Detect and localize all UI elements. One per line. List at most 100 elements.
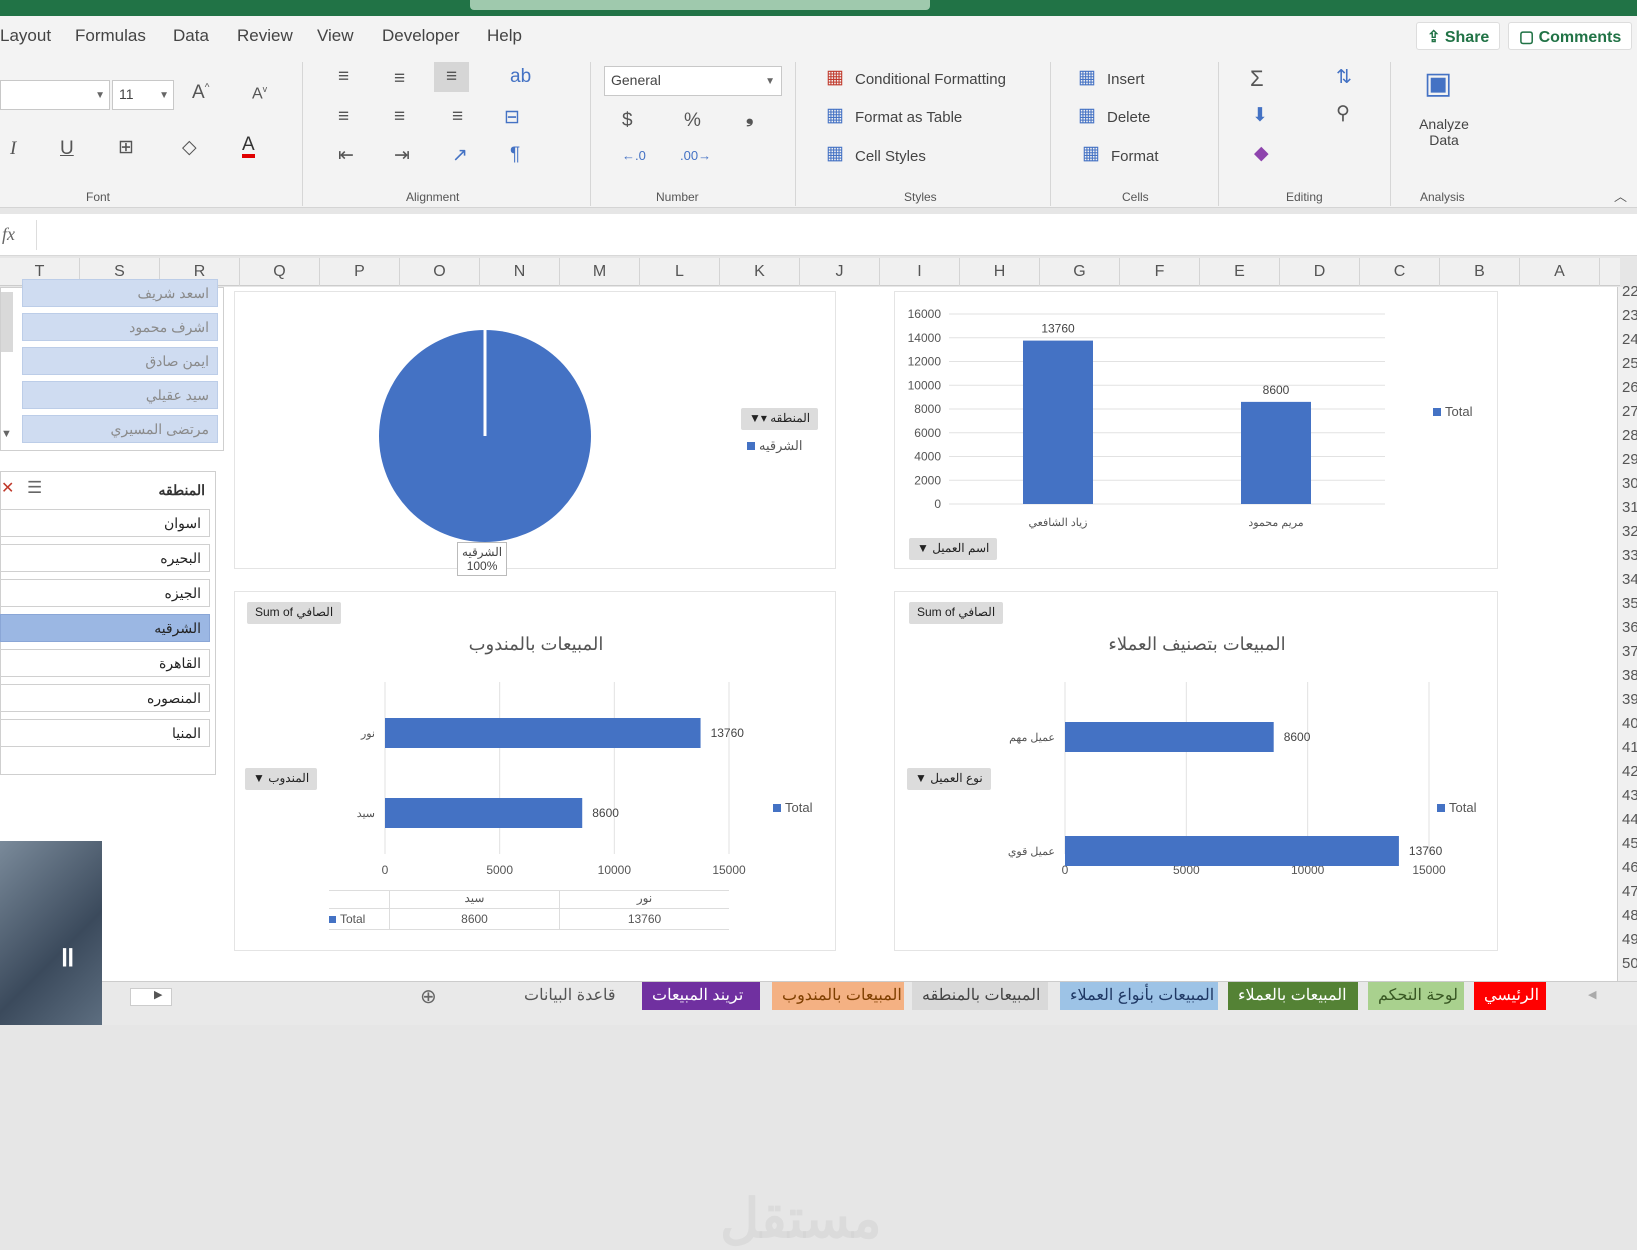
slicer-item[interactable]: ايمن صادق — [22, 347, 218, 375]
chevron-left-icon[interactable]: ◀ — [1588, 988, 1596, 1001]
row-header[interactable]: 43 — [1622, 787, 1637, 804]
column-header-p[interactable]: P — [320, 258, 400, 286]
orientation-icon[interactable]: ab — [510, 66, 531, 88]
analyze-data-button[interactable]: Analyze Data — [1414, 116, 1474, 148]
row-header[interactable]: 24 — [1622, 331, 1637, 348]
bar[interactable] — [1241, 401, 1311, 504]
row-header[interactable]: 28 — [1622, 427, 1637, 444]
column-header-m[interactable]: M — [560, 258, 640, 286]
text-direction-icon[interactable]: ↗ — [452, 144, 468, 167]
column-header-e[interactable]: E — [1200, 258, 1280, 286]
row-header[interactable]: 22 — [1622, 283, 1637, 300]
conditional-formatting-button[interactable]: Conditional Formatting — [855, 71, 1006, 88]
format-as-table-button[interactable]: Format as Table — [855, 109, 962, 126]
align-left-icon[interactable]: ≡ — [338, 106, 349, 128]
format-button[interactable]: Format — [1111, 148, 1159, 165]
clear-filter-icon[interactable]: ✕ — [1, 478, 14, 498]
rep-chart-panel[interactable]: Sum of الصافي المبيعات بالمندوب 0 5000 100… — [234, 591, 836, 951]
bar[interactable] — [385, 718, 701, 748]
multi-select-icon[interactable]: ☰ — [27, 478, 42, 498]
slicer-item[interactable]: المنصوره — [0, 684, 210, 712]
slicer-item[interactable]: سيد عقيلي — [22, 381, 218, 409]
row-header[interactable]: 47 — [1622, 883, 1637, 900]
slicer-scrollbar[interactable] — [1, 292, 13, 352]
slicer-item[interactable]: اسعد شريف — [22, 279, 218, 307]
add-sheet-icon[interactable]: ⊕ — [420, 984, 437, 1009]
delete-button[interactable]: Delete — [1107, 109, 1150, 126]
chevron-down-icon[interactable]: ▼ — [1, 428, 12, 440]
currency-icon[interactable]: $ — [622, 110, 633, 132]
fill-color-icon[interactable]: ◇ — [182, 136, 197, 159]
column-header-l[interactable]: L — [640, 258, 720, 286]
customer-chart-panel[interactable]: 0 2000 4000 6000 8000 10000 12000 14000 16000 137… — [894, 291, 1498, 569]
row-header[interactable]: 46 — [1622, 859, 1637, 876]
sheet-tab[interactable]: تريند المبيعات — [642, 982, 760, 1010]
insert-button[interactable]: Insert — [1107, 71, 1145, 88]
formula-input[interactable] — [36, 220, 1631, 250]
sheet-tab[interactable]: المبيعات بأنواع العملاء — [1060, 982, 1218, 1010]
comma-style-icon[interactable]: ❟ — [746, 106, 753, 128]
share-button[interactable]: ⇪ Share — [1416, 22, 1501, 50]
bar[interactable] — [385, 798, 583, 828]
slicer-item[interactable]: البحيره — [0, 544, 210, 572]
worksheet-grid[interactable]: ▼ المنطقه ☰ ✕ ▼▾ المنطقه الشرقيه الشرقيه… — [0, 279, 1617, 1249]
collapse-ribbon-icon[interactable]: ︿ — [1614, 186, 1627, 205]
column-header-g[interactable]: G — [1040, 258, 1120, 286]
column-header-h[interactable]: H — [960, 258, 1040, 286]
align-bottom-icon[interactable]: ≡ — [434, 62, 470, 92]
font-name-select[interactable]: ▼ — [0, 80, 110, 110]
increase-indent-icon[interactable]: ⇥ — [394, 144, 410, 167]
region-filter-button[interactable]: ▼▾ المنطقه — [741, 408, 819, 430]
sheet-tab[interactable]: المبيعات بالمنطقه — [912, 982, 1048, 1010]
column-header-j[interactable]: J — [800, 258, 880, 286]
chevron-right-icon[interactable]: ▶ — [154, 988, 162, 1001]
comments-button[interactable]: ▢ Comments — [1508, 22, 1633, 50]
tab-data[interactable]: Data — [173, 26, 209, 46]
rep-axis-button[interactable]: ▼ المندوب — [245, 768, 318, 790]
tab-developer[interactable]: Developer — [382, 26, 460, 46]
align-center-icon[interactable]: ≡ — [394, 106, 405, 128]
row-header[interactable]: 44 — [1622, 811, 1637, 828]
percent-icon[interactable]: % — [684, 110, 701, 132]
right-to-left-icon[interactable]: ¶ — [510, 144, 520, 166]
slicer-item[interactable]: الشرقيه — [0, 614, 210, 642]
row-header[interactable]: 31 — [1622, 499, 1637, 516]
column-header-b[interactable]: B — [1440, 258, 1520, 286]
row-header[interactable]: 40 — [1622, 715, 1637, 732]
slicer-item[interactable]: اسوان — [0, 509, 210, 537]
class-axis-button[interactable]: ▼ نوع العميل — [907, 768, 991, 790]
tab-help[interactable]: Help — [487, 26, 522, 46]
search-box[interactable] — [470, 0, 930, 10]
sort-filter-icon[interactable]: ⇅ — [1336, 66, 1352, 89]
fill-icon[interactable]: ⬇ — [1252, 104, 1268, 127]
row-header[interactable]: 34 — [1622, 571, 1637, 588]
row-header[interactable]: 30 — [1622, 475, 1637, 492]
column-header-d[interactable]: D — [1280, 258, 1360, 286]
merge-center-icon[interactable]: ⊟ — [504, 106, 520, 129]
pause-icon[interactable]: ॥ — [58, 937, 75, 975]
bar[interactable] — [1065, 836, 1399, 866]
cell-styles-button[interactable]: Cell Styles — [855, 148, 926, 165]
column-header-a[interactable]: A — [1520, 258, 1600, 286]
decrease-decimal-icon[interactable]: .00→ — [680, 148, 711, 163]
decrease-font-icon[interactable]: Av — [252, 84, 267, 103]
align-middle-icon[interactable]: ≡ — [394, 68, 405, 90]
class-chart-panel[interactable]: Sum of الصافي المبيعات بتصنيف العملاء 05… — [894, 591, 1498, 951]
tab-scroll-control[interactable] — [130, 988, 172, 1006]
bar[interactable] — [1065, 722, 1274, 752]
column-header-o[interactable]: O — [400, 258, 480, 286]
decrease-indent-icon[interactable]: ⇤ — [338, 144, 354, 167]
row-header[interactable]: 32 — [1622, 523, 1637, 540]
sheet-tab[interactable]: المبيعات بالمندوب — [772, 982, 904, 1010]
underline-icon[interactable]: U — [60, 138, 74, 160]
tab-review[interactable]: Review — [237, 26, 293, 46]
row-header[interactable]: 26 — [1622, 379, 1637, 396]
font-size-select[interactable]: 11 ▼ — [112, 80, 174, 110]
row-header[interactable]: 39 — [1622, 691, 1637, 708]
align-right-icon[interactable]: ≡ — [452, 106, 463, 128]
increase-decimal-icon[interactable]: ←.0 — [622, 148, 646, 163]
borders-icon[interactable]: ⊞ — [118, 136, 134, 159]
row-header[interactable]: 49 — [1622, 931, 1637, 948]
tab-page-layout[interactable]: Layout — [0, 26, 51, 46]
row-header[interactable]: 33 — [1622, 547, 1637, 564]
